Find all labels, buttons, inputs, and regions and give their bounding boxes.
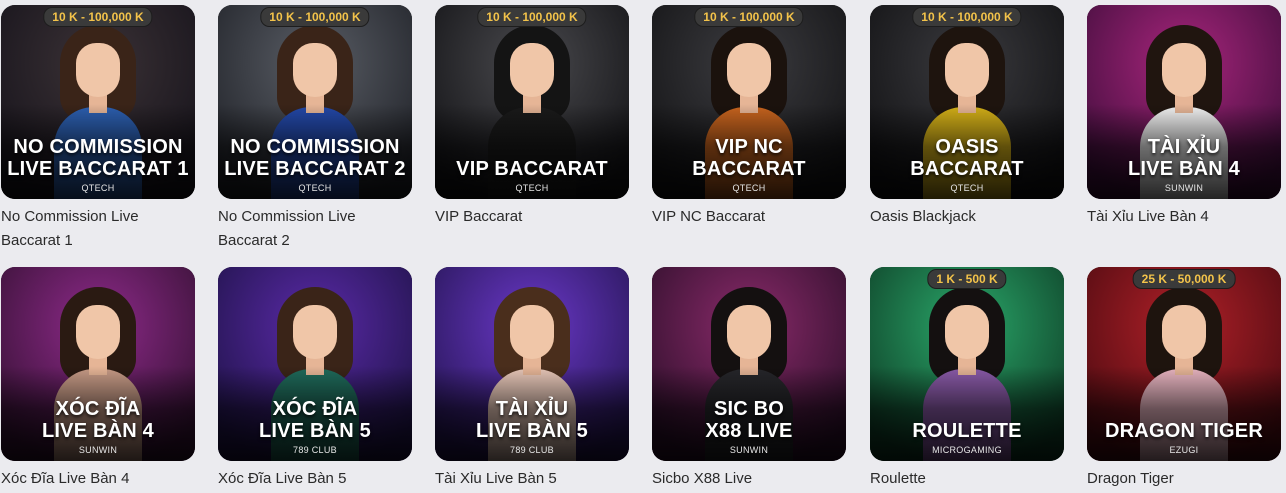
- game-name[interactable]: Xóc Đĩa Live Bàn 4: [1, 467, 195, 491]
- game-thumbnail[interactable]: XÓC ĐĨA LIVE BÀN 4 SUNWIN: [1, 267, 195, 461]
- game-title-overlay: TÀI XỈU LIVE BÀN 4 SUNWIN: [1087, 136, 1281, 194]
- game-title-overlay: NO COMMISSION LIVE BACCARAT 1 QTECH: [1, 136, 195, 194]
- game-card[interactable]: SIC BO X88 LIVE SUNWIN Sicbo X88 Live: [652, 267, 846, 491]
- game-thumbnail[interactable]: 10 K - 100,000 K NO COMMISSION LIVE BACCAR…: [218, 5, 412, 199]
- provider-label: MICROGAMING: [932, 445, 1002, 455]
- game-card[interactable]: 10 K - 100,000 K OASIS BACCARAT QTECH Oasis …: [870, 5, 1064, 229]
- game-name[interactable]: VIP Baccarat: [435, 205, 629, 229]
- game-title-line-2: LIVE BÀN 5: [475, 420, 589, 442]
- game-title-line-2: DRAGON TIGER: [1105, 420, 1263, 442]
- game-title-line-1: NO COMMISSION: [230, 136, 400, 158]
- game-thumbnail[interactable]: XÓC ĐĨA LIVE BÀN 5 789 CLUB: [218, 267, 412, 461]
- game-title-line-2: BACCARAT: [692, 158, 806, 180]
- provider-label: QTECH: [732, 183, 766, 193]
- game-title-line-1: XÓC ĐĨA: [272, 398, 358, 420]
- game-title-line-1: XÓC ĐĨA: [55, 398, 141, 420]
- bet-limit-badge: 10 K - 100,000 K: [260, 7, 370, 27]
- game-title-line-1: SIC BO: [713, 398, 785, 420]
- game-card[interactable]: 10 K - 100,000 K NO COMMISSION LIVE BACCAR…: [218, 5, 412, 253]
- game-title-overlay: OASIS BACCARAT QTECH: [870, 136, 1064, 194]
- bet-limit-badge: 10 K - 100,000 K: [477, 7, 587, 27]
- game-name[interactable]: Roulette: [870, 467, 1064, 491]
- game-name[interactable]: No Commission Live Baccarat 1: [1, 205, 195, 253]
- game-title-line-2: LIVE BACCARAT 1: [7, 158, 189, 180]
- game-card[interactable]: XÓC ĐĨA LIVE BÀN 5 789 CLUB Xóc Đĩa Live Bà…: [218, 267, 412, 491]
- provider-label: QTECH: [950, 183, 984, 193]
- game-card[interactable]: 25 K - 50,000 K DRAGON TIGER EZUGI Dragon T…: [1087, 267, 1281, 491]
- game-card[interactable]: TÀI XỈU LIVE BÀN 5 789 CLUB Tài Xỉu Live Bà…: [435, 267, 629, 491]
- bet-limit-badge: 25 K - 50,000 K: [1132, 269, 1236, 289]
- game-title-line-1: OASIS: [935, 136, 999, 158]
- game-name[interactable]: Xóc Đĩa Live Bàn 5: [218, 467, 412, 491]
- bet-limit-badge: 10 K - 100,000 K: [912, 7, 1022, 27]
- game-name[interactable]: VIP NC Baccarat: [652, 205, 846, 229]
- game-name[interactable]: Oasis Blackjack: [870, 205, 1064, 229]
- game-thumbnail[interactable]: 1 K - 500 K ROULETTE MICROGAMING: [870, 267, 1064, 461]
- provider-label: SUNWIN: [78, 445, 118, 455]
- game-title-overlay: ROULETTE MICROGAMING: [870, 420, 1064, 456]
- game-thumbnail[interactable]: 10 K - 100,000 K NO COMMISSION LIVE BACCAR…: [1, 5, 195, 199]
- bet-limit-badge: 1 K - 500 K: [927, 269, 1007, 289]
- game-title-overlay: XÓC ĐĨA LIVE BÀN 4 SUNWIN: [1, 398, 195, 456]
- game-title-overlay: SIC BO X88 LIVE SUNWIN: [652, 398, 846, 456]
- provider-label: EZUGI: [1169, 445, 1199, 455]
- game-name[interactable]: Sicbo X88 Live: [652, 467, 846, 491]
- game-card[interactable]: TÀI XỈU LIVE BÀN 4 SUNWIN Tài Xỉu Live Bàn …: [1087, 5, 1281, 229]
- game-title-line-2: VIP BACCARAT: [456, 158, 608, 180]
- game-card[interactable]: 10 K - 100,000 K NO COMMISSION LIVE BACCAR…: [1, 5, 195, 253]
- provider-label: QTECH: [81, 183, 115, 193]
- game-title-line-2: LIVE BÀN 4: [41, 420, 155, 442]
- game-title-line-2: ROULETTE: [912, 420, 1022, 442]
- game-thumbnail[interactable]: TÀI XỈU LIVE BÀN 4 SUNWIN: [1087, 5, 1281, 199]
- game-title-overlay: TÀI XỈU LIVE BÀN 5 789 CLUB: [435, 398, 629, 456]
- game-grid: 10 K - 100,000 K NO COMMISSION LIVE BACCAR…: [0, 0, 1286, 493]
- provider-label: 789 CLUB: [510, 445, 554, 455]
- game-card[interactable]: 10 K - 100,000 K VIP BACCARAT QTECH VIP Bac…: [435, 5, 629, 229]
- game-card[interactable]: 1 K - 500 K ROULETTE MICROGAMING Roulette: [870, 267, 1064, 491]
- game-card[interactable]: XÓC ĐĨA LIVE BÀN 4 SUNWIN Xóc Đĩa Live Bàn …: [1, 267, 195, 491]
- game-card[interactable]: 10 K - 100,000 K VIP NC BACCARAT QTECH VIP N…: [652, 5, 846, 229]
- provider-label: 789 CLUB: [293, 445, 337, 455]
- game-title-line-1: NO COMMISSION: [13, 136, 183, 158]
- game-title-overlay: DRAGON TIGER EZUGI: [1087, 420, 1281, 456]
- provider-label: QTECH: [298, 183, 332, 193]
- provider-label: SUNWIN: [1164, 183, 1204, 193]
- game-thumbnail[interactable]: TÀI XỈU LIVE BÀN 5 789 CLUB: [435, 267, 629, 461]
- game-title-overlay: NO COMMISSION LIVE BACCARAT 2 QTECH: [218, 136, 412, 194]
- bet-limit-badge: 10 K - 100,000 K: [694, 7, 804, 27]
- game-title-line-1: TÀI XỈU: [1147, 136, 1221, 158]
- bet-limit-badge: 10 K - 100,000 K: [43, 7, 153, 27]
- game-title-line-2: LIVE BÀN 4: [1127, 158, 1241, 180]
- game-thumbnail[interactable]: 10 K - 100,000 K VIP BACCARAT QTECH: [435, 5, 629, 199]
- game-name[interactable]: Tài Xỉu Live Bàn 4: [1087, 205, 1281, 229]
- game-thumbnail[interactable]: 10 K - 100,000 K OASIS BACCARAT QTECH: [870, 5, 1064, 199]
- game-thumbnail[interactable]: 25 K - 50,000 K DRAGON TIGER EZUGI: [1087, 267, 1281, 461]
- game-title-overlay: VIP BACCARAT QTECH: [435, 158, 629, 194]
- game-title-line-2: LIVE BÀN 5: [258, 420, 372, 442]
- game-title-line-2: X88 LIVE: [705, 420, 793, 442]
- provider-label: QTECH: [515, 183, 549, 193]
- game-name[interactable]: Dragon Tiger: [1087, 467, 1281, 491]
- game-thumbnail[interactable]: 10 K - 100,000 K VIP NC BACCARAT QTECH: [652, 5, 846, 199]
- game-title-line-1: VIP NC: [715, 136, 783, 158]
- provider-label: SUNWIN: [729, 445, 769, 455]
- game-title-overlay: VIP NC BACCARAT QTECH: [652, 136, 846, 194]
- game-thumbnail[interactable]: SIC BO X88 LIVE SUNWIN: [652, 267, 846, 461]
- game-title-line-1: TÀI XỈU: [495, 398, 569, 420]
- game-title-overlay: XÓC ĐĨA LIVE BÀN 5 789 CLUB: [218, 398, 412, 456]
- game-name[interactable]: No Commission Live Baccarat 2: [218, 205, 412, 253]
- game-title-line-2: LIVE BACCARAT 2: [224, 158, 406, 180]
- game-name[interactable]: Tài Xỉu Live Bàn 5: [435, 467, 629, 491]
- game-title-line-2: BACCARAT: [910, 158, 1024, 180]
